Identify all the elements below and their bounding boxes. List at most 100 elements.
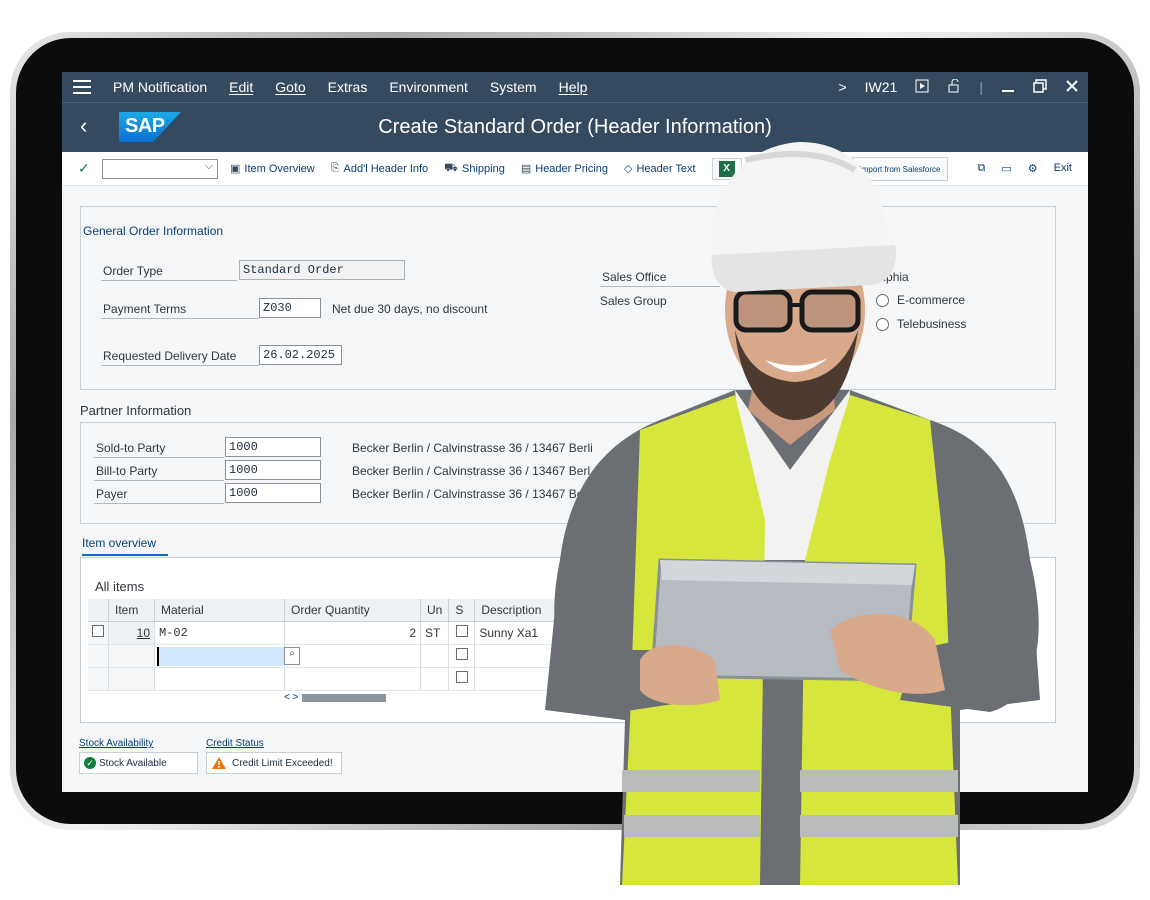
header-text-button[interactable]: ◇ Header Text [624,162,696,176]
payer-label: Payer [94,487,224,504]
calculator-icon: ▤ [520,163,532,175]
radio-icon [876,293,889,307]
exit-button[interactable]: Exit [1054,162,1072,175]
material-input[interactable] [157,646,285,666]
table-row: ⌕ [88,644,564,668]
s-cell[interactable] [448,621,476,645]
sap-screen: PM Notification Edit Goto Extras Environ… [62,72,1088,792]
item-number[interactable] [108,667,155,691]
checkbox[interactable] [455,625,468,637]
payer-field[interactable]: 1000 [225,483,321,503]
menu-goto[interactable]: Goto [264,79,316,95]
item-overview-button[interactable]: ▣ Item Overview [230,162,315,176]
page-title: Create Standard Order (Header Informatio… [378,116,772,138]
col-order-quantity[interactable]: Order Quantity [284,599,421,622]
chevron-right-icon[interactable]: > [829,79,855,95]
s-cell[interactable] [448,667,476,691]
checkbox[interactable] [92,625,104,637]
material-cell[interactable]: M-02 [154,621,285,645]
sold-to-desc: Becker Berlin / Calvinstrasse 36 / 13467… [352,441,593,455]
transaction-code: IW21 [864,79,898,95]
salesforce-import-button[interactable]: Import from Salesforce [852,157,948,181]
row-selector[interactable] [88,621,109,645]
item-number[interactable] [108,644,155,668]
delivery-date-field[interactable]: 26.02.2025 [259,345,342,365]
menu-environment[interactable]: Environment [378,79,479,95]
description-cell[interactable] [474,667,564,691]
tab-item-overview[interactable]: Item overview [82,536,168,556]
unit-cell[interactable]: ST [420,621,450,645]
stock-status-badge: ✓ Stock Available [79,752,198,774]
col-description[interactable]: Description [474,599,564,622]
col-unit[interactable]: Un [420,599,450,622]
screen-icon[interactable]: ▭ [1001,162,1011,175]
bill-to-desc: Becker Berlin / Calvinstrasse 36 / 13467… [352,464,591,478]
quantity-cell[interactable] [284,644,421,668]
truck-icon: ⛟ [444,161,459,174]
select-col[interactable] [88,599,109,622]
payer-desc: Becker Berlin / Calvinstrasse 36 / 13467… [352,487,584,501]
unit-cell[interactable] [420,644,450,668]
items-table: Item Material Order Quantity Un S Descri… [88,599,564,691]
toolbar: ✓ ▣Item Overview ⎘Add'l Header Info ⛟Shi… [62,152,1088,186]
all-items-title: All items [95,579,145,594]
description-cell[interactable]: Sunny Xa1 [474,621,564,645]
maximize-icon[interactable] [1024,78,1056,96]
play-icon[interactable] [906,79,938,96]
menu-extras[interactable]: Extras [317,79,379,95]
lock-icon[interactable] [938,78,970,96]
material-cell[interactable] [154,667,285,691]
bill-to-label: Bill-to Party [94,464,224,481]
hamburger-icon[interactable] [62,80,102,94]
excel-icon: X [718,160,735,177]
col-item[interactable]: Item [108,599,155,622]
title-bar: ‹ SAP Create Standard Order (Header Info… [62,102,1088,152]
checkbox[interactable] [455,671,468,683]
item-number[interactable]: 10 [108,621,155,645]
row-selector[interactable] [88,667,109,691]
shipping-button[interactable]: ⛟ Shipping [444,162,505,176]
payment-terms-field[interactable]: Z030 [259,298,321,318]
menu-edit[interactable]: Edit [218,79,264,95]
sales-office-label: Sales Office [600,270,720,287]
sold-to-field[interactable]: 1000 [225,437,321,457]
tag-icon: ◇ [624,163,633,175]
checkbox[interactable] [455,648,468,660]
excel-button[interactable]: X [711,157,742,180]
radio-telebusiness[interactable]: Telebusiness [876,317,966,331]
s-cell[interactable] [448,644,476,668]
col-s[interactable]: S [448,599,476,622]
sales-office-value: delphia [870,270,909,284]
quantity-cell[interactable] [284,667,421,691]
minimize-icon[interactable] [992,79,1024,96]
unit-cell[interactable] [420,667,450,691]
table-settings-icon[interactable]: ⧉ [1006,586,1028,608]
horizontal-scrollbar[interactable] [302,694,386,702]
quantity-cell[interactable]: 2 [284,621,421,645]
menu-help[interactable]: Help [548,79,599,95]
toolbar-right: ⧉ ▭ ⚙ Exit [978,162,1072,175]
menu-system[interactable]: System [479,79,548,95]
description-cell[interactable] [474,644,564,668]
addl-header-info-button[interactable]: ⎘ Add'l Header Info [331,162,428,175]
col-material[interactable]: Material [154,599,285,622]
check-icon[interactable]: ✓ [78,160,98,177]
menu-right: > IW21 | [829,78,1088,96]
header-info-icon: ⎘ [330,162,340,174]
command-field[interactable] [102,158,218,179]
menu-pm-notification[interactable]: PM Notification [102,79,218,95]
new-window-icon[interactable]: ⧉ [978,162,986,175]
table-header: Item Material Order Quantity Un S Descri… [88,599,564,622]
settings-icon[interactable]: ⚙ [1028,162,1038,175]
material-input-cell[interactable]: ⌕ [154,644,300,668]
radio-ecommerce[interactable]: E-commerce [876,293,965,307]
header-pricing-button[interactable]: ▤ Header Pricing [520,162,608,176]
row-selector[interactable] [88,644,109,668]
close-icon[interactable] [1056,79,1088,96]
delivery-date-label: Requested Delivery Date [101,349,259,366]
scroll-arrows[interactable]: < > [284,692,298,703]
order-type-field[interactable]: Standard Order [239,260,405,280]
bill-to-field[interactable]: 1000 [225,460,321,480]
radio-icon [876,317,889,331]
value-help-icon[interactable]: ⌕ [284,646,300,665]
